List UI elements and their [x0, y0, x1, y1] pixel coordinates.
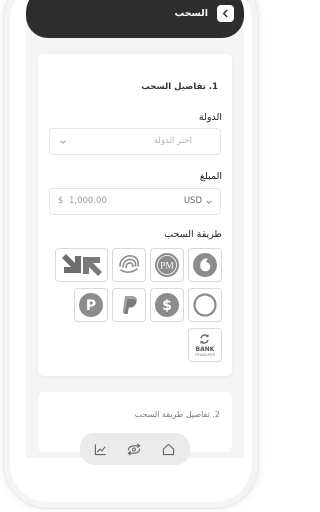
country-select[interactable]: اختر الدولة	[49, 128, 221, 155]
method-paypal[interactable]	[112, 288, 146, 322]
withdraw-details-card: 1. تفاصيل السحب الدولة اختر الدولة المبل…	[38, 54, 232, 376]
phone-frame: السحب 1. تفاصيل السحب الدولة اختر الدولة…	[4, 0, 258, 508]
country-placeholder: اختر الدولة	[153, 136, 192, 146]
p-circle-icon: P	[79, 293, 103, 317]
cash-exchange-icon	[127, 442, 141, 456]
home-icon	[162, 443, 174, 455]
paypal-icon	[122, 296, 137, 314]
nav-chart[interactable]	[92, 441, 108, 457]
back-button[interactable]	[217, 5, 234, 22]
country-label: الدولة	[198, 112, 222, 123]
dollar-text: $	[162, 298, 172, 314]
p-text: P	[86, 298, 96, 314]
chevron-left-icon	[222, 9, 228, 18]
currency-select-label[interactable]: USD	[184, 196, 202, 206]
currency-symbol: $	[58, 196, 64, 206]
swirl-icon	[119, 255, 140, 273]
ring-icon	[193, 293, 217, 317]
bank-transfer-icon: BANK TRANSFER	[195, 333, 215, 357]
chevron-down-icon[interactable]	[204, 197, 214, 207]
method-payoneer-p[interactable]: P	[74, 288, 108, 322]
page-title: السحب	[174, 8, 208, 19]
method-dollar[interactable]: $	[150, 288, 184, 322]
app-header: السحب	[26, 0, 244, 38]
amount-input[interactable]: $ 1,000.00 USD	[49, 188, 221, 215]
method-transfer-arrows[interactable]	[55, 248, 108, 282]
pm-icon: PM	[155, 253, 179, 277]
section-title: 1. تفاصيل السحب	[141, 82, 218, 92]
amount-label: المبلغ	[199, 171, 222, 182]
bank-subtext: TRANSFER	[194, 353, 216, 357]
nav-exchange[interactable]	[126, 441, 142, 457]
nav-home[interactable]	[160, 441, 176, 457]
refresh-arrows-icon	[200, 334, 210, 344]
chart-icon	[94, 443, 106, 455]
bank-text: BANK	[195, 346, 215, 353]
vodafone-icon	[193, 253, 217, 277]
bottom-navbar	[80, 433, 190, 465]
app-screen: السحب 1. تفاصيل السحب الدولة اختر الدولة…	[26, 0, 244, 458]
method-swirl[interactable]	[112, 248, 146, 282]
dollar-icon: $	[155, 293, 179, 317]
pm-text: PM	[160, 262, 174, 272]
method-perfect-money[interactable]: PM	[150, 248, 184, 282]
method-bank-transfer[interactable]: BANK TRANSFER	[188, 328, 222, 362]
arrows-icon	[61, 254, 102, 276]
method-vodafone[interactable]	[188, 248, 222, 282]
chevron-down-icon	[58, 137, 68, 147]
method-details-title: 2. تفاصيل طريقة السحب	[134, 410, 220, 419]
amount-value: 1,000.00	[69, 196, 107, 206]
method-ring[interactable]	[188, 288, 222, 322]
method-label: طريقة السحب	[164, 229, 222, 240]
